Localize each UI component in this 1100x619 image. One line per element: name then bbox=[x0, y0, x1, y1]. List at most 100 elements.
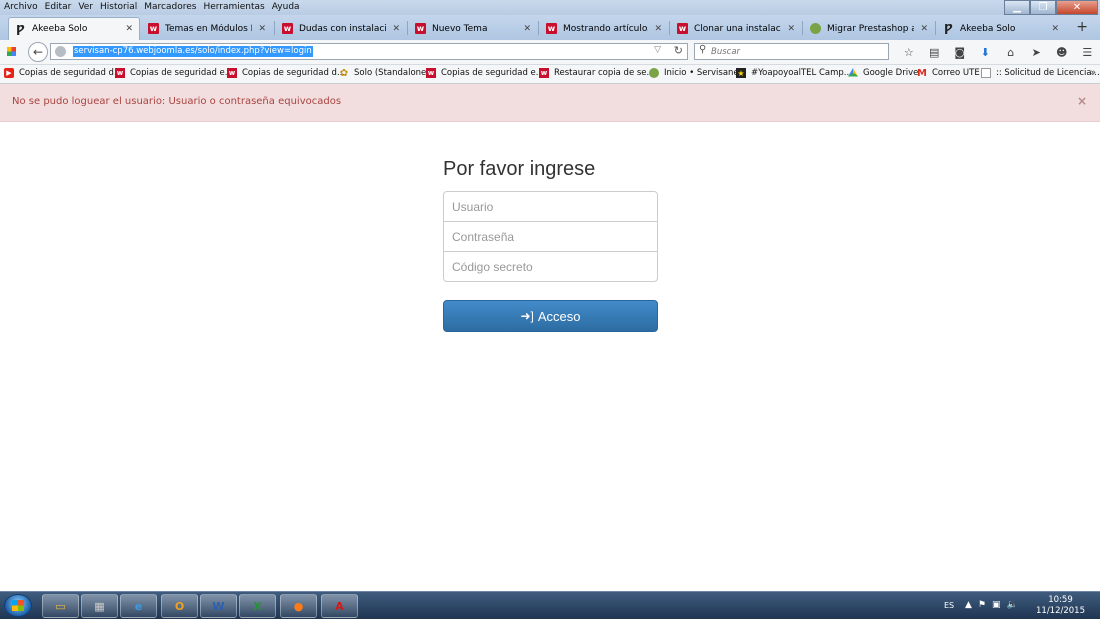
maximize-icon[interactable]: ❐ bbox=[1030, 0, 1056, 15]
bookmark-item[interactable]: ★ #YoapoyoalTEL Camp... bbox=[736, 68, 852, 78]
chat-icon[interactable]: ☻ bbox=[1049, 44, 1075, 60]
tab-nuevo-tema[interactable]: w Nuevo Tema ✕ bbox=[409, 17, 537, 40]
flag-icon[interactable]: ⚑ bbox=[978, 600, 986, 610]
calculator-icon[interactable]: ▦ bbox=[81, 594, 118, 618]
bookmark-item[interactable]: :: Solicitud de Licencia... bbox=[981, 68, 1100, 78]
search-bar[interactable]: ⚲ bbox=[694, 43, 889, 60]
network-icon[interactable]: ▣ bbox=[992, 600, 1001, 610]
url-text[interactable]: servisan-cp76.webjoomla.es/solo/index.ph… bbox=[73, 46, 313, 57]
taskbar: ▭ ▦ e O W X ● A ES ▲ ⚑ ▣ 🔈 10:59 11/12/2… bbox=[0, 591, 1100, 619]
chevron-up-icon[interactable]: ▲ bbox=[965, 600, 972, 610]
webempresa-icon: w bbox=[426, 68, 436, 78]
close-icon[interactable]: × bbox=[1077, 94, 1087, 108]
menu-ver[interactable]: Ver bbox=[78, 2, 93, 12]
close-tab-icon[interactable]: ✕ bbox=[258, 24, 266, 34]
tab-clonar-instalacion[interactable]: w Clonar una instalación... ✕ bbox=[671, 17, 801, 40]
close-tab-icon[interactable]: ✕ bbox=[392, 24, 400, 34]
url-dropdown-icon[interactable]: ▽ bbox=[654, 45, 661, 55]
menu-marcadores[interactable]: Marcadores bbox=[144, 2, 196, 12]
webempresa-icon: w bbox=[282, 23, 293, 34]
tab-label: Akeeba Solo bbox=[960, 23, 1016, 34]
globe-icon bbox=[55, 46, 66, 57]
secret-code-input[interactable] bbox=[443, 251, 658, 282]
tab-akeeba-solo[interactable]: Ƿ Akeeba Solo ✕ bbox=[8, 17, 140, 40]
close-tab-icon[interactable]: ✕ bbox=[1051, 24, 1059, 34]
akeeba-icon: Ƿ bbox=[944, 22, 953, 35]
menu-editar[interactable]: Editar bbox=[45, 2, 72, 12]
login-button[interactable]: ➜] Acceso bbox=[443, 300, 658, 332]
download-icon[interactable]: ⬇ bbox=[973, 44, 999, 60]
close-tab-icon[interactable]: ✕ bbox=[920, 24, 928, 34]
send-icon[interactable]: ➤ bbox=[1024, 44, 1050, 60]
back-icon[interactable]: ← bbox=[28, 42, 48, 62]
bookmark-item[interactable]: ▶ Copias de seguridad d... bbox=[4, 68, 122, 78]
username-input[interactable] bbox=[443, 191, 658, 222]
bookmark-item[interactable]: w Copias de seguridad e... bbox=[115, 68, 233, 78]
servisanex-icon bbox=[810, 23, 821, 34]
word-icon[interactable]: W bbox=[200, 594, 237, 618]
firefox-icon[interactable]: ● bbox=[280, 594, 317, 618]
close-window-icon[interactable]: ✕ bbox=[1056, 0, 1098, 15]
close-tab-icon[interactable]: ✕ bbox=[523, 24, 531, 34]
pocket-icon[interactable]: ◙ bbox=[947, 44, 973, 60]
apps-icon[interactable] bbox=[7, 47, 16, 56]
outlook-icon[interactable]: O bbox=[161, 594, 198, 618]
tab-separator bbox=[935, 21, 936, 35]
start-button-icon[interactable] bbox=[4, 594, 32, 617]
bookmark-item[interactable]: Google Drive bbox=[848, 68, 918, 78]
bookmark-label: Copias de seguridad d... bbox=[19, 68, 123, 78]
bookmark-star-icon[interactable]: ☆ bbox=[896, 44, 922, 60]
explorer-icon[interactable]: ▭ bbox=[42, 594, 79, 618]
bookmark-item[interactable]: Inicio • Servisanex bbox=[649, 68, 744, 78]
gmail-icon: M bbox=[917, 67, 927, 79]
language-indicator[interactable]: ES bbox=[944, 601, 954, 610]
navigation-bar: ← servisan-cp76.webjoomla.es/solo/index.… bbox=[0, 40, 1100, 65]
webempresa-icon: w bbox=[227, 68, 237, 78]
close-tab-icon[interactable]: ✕ bbox=[654, 24, 662, 34]
menu-items: Archivo Editar Ver Historial Marcadores … bbox=[4, 2, 300, 12]
reload-icon[interactable]: ↻ bbox=[674, 44, 683, 57]
menu-archivo[interactable]: Archivo bbox=[4, 2, 38, 12]
bookmark-item[interactable]: w Copias de seguridad d... bbox=[227, 68, 345, 78]
tab-migrar-prestashop[interactable]: Migrar Prestashop a o... ✕ bbox=[804, 17, 934, 40]
bookmarks-bar: ▶ Copias de seguridad d... w Copias de s… bbox=[0, 65, 1100, 84]
bookmark-label: Restaurar copia de se... bbox=[554, 68, 655, 78]
hamburger-menu-icon[interactable]: ☰ bbox=[1075, 44, 1100, 60]
excel-icon[interactable]: X bbox=[239, 594, 276, 618]
volume-icon[interactable]: 🔈 bbox=[1007, 600, 1018, 610]
bookmarks-list-icon[interactable]: ▤ bbox=[922, 44, 948, 60]
tab-separator bbox=[407, 21, 408, 35]
url-bar[interactable]: servisan-cp76.webjoomla.es/solo/index.ph… bbox=[50, 43, 688, 60]
password-input[interactable] bbox=[443, 221, 658, 252]
menu-herramientas[interactable]: Herramientas bbox=[203, 2, 264, 12]
bookmark-label: Copias de seguridad d... bbox=[242, 68, 346, 78]
close-tab-icon[interactable]: ✕ bbox=[787, 24, 795, 34]
tab-label: Akeeba Solo bbox=[32, 24, 88, 34]
close-tab-icon[interactable]: ✕ bbox=[125, 24, 133, 34]
clock[interactable]: 10:59 11/12/2015 bbox=[1036, 595, 1085, 617]
bookmark-item[interactable]: ✿ Solo (Standalone) bbox=[339, 68, 430, 79]
page-icon bbox=[981, 68, 991, 78]
clock-date: 11/12/2015 bbox=[1036, 606, 1085, 616]
bookmark-item[interactable]: w Restaurar copia de se... bbox=[539, 68, 655, 78]
tab-akeeba-solo-2[interactable]: Ƿ Akeeba Solo ✕ bbox=[937, 17, 1065, 40]
home-icon[interactable]: ⌂ bbox=[998, 44, 1024, 60]
menu-ayuda[interactable]: Ayuda bbox=[272, 2, 300, 12]
acrobat-icon[interactable]: A bbox=[321, 594, 358, 618]
internet-explorer-icon[interactable]: e bbox=[120, 594, 157, 618]
search-input[interactable] bbox=[711, 45, 881, 58]
chevron-right-icon[interactable]: » bbox=[1090, 68, 1096, 78]
clock-time: 10:59 bbox=[1048, 595, 1073, 605]
menu-historial[interactable]: Historial bbox=[100, 2, 137, 12]
tab-label: Mostrando artículos p... bbox=[563, 23, 649, 34]
minimize-icon[interactable]: ▁ bbox=[1004, 0, 1030, 15]
tab-dudas-instalacion[interactable]: w Dudas con instalación... ✕ bbox=[276, 17, 406, 40]
tab-strip: Ƿ Akeeba Solo ✕ w Temas en Módulos Pr...… bbox=[0, 15, 1100, 40]
tab-temas-modulos[interactable]: w Temas en Módulos Pr... ✕ bbox=[142, 17, 272, 40]
window-controls: ▁ ❐ ✕ bbox=[1004, 0, 1098, 15]
tab-separator bbox=[274, 21, 275, 35]
tab-mostrando-articulos[interactable]: w Mostrando artículos p... ✕ bbox=[540, 17, 668, 40]
bookmark-item[interactable]: w Copias de seguridad e... bbox=[426, 68, 544, 78]
new-tab-icon[interactable]: + bbox=[1076, 19, 1088, 35]
bookmark-item[interactable]: M Correo UTE bbox=[917, 67, 980, 79]
